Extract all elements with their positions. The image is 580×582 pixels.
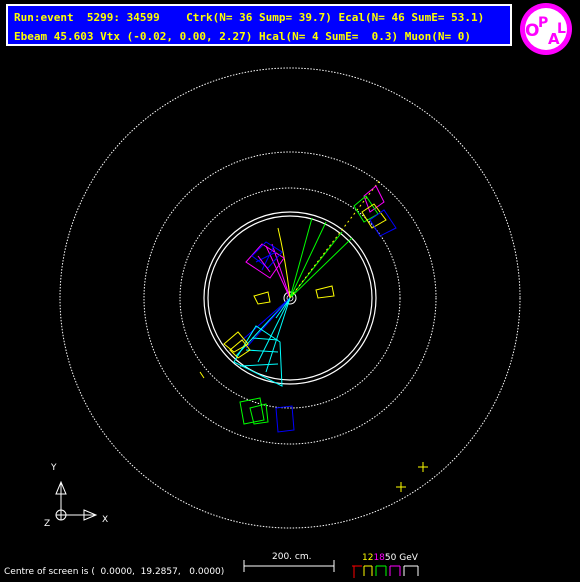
y-axis-label: Y (51, 463, 57, 473)
energy-value-1: 12 (362, 553, 374, 563)
ecal-clusters (199, 185, 397, 433)
energy-scale-labels: 121850 GeV (362, 553, 418, 563)
scale-label: 200. cm. (272, 552, 312, 562)
axes-indicator (55, 480, 98, 521)
energy-value-3: 50 (384, 553, 397, 563)
energy-value-2: 18 (373, 553, 385, 563)
energy-scale-bars (352, 565, 419, 578)
screen-centre-readout: Centre of screen is ( 0.0000, 19.2857, 0… (4, 567, 225, 577)
muon-hits (396, 462, 428, 492)
z-axis-label: Z (44, 519, 51, 529)
track (289, 231, 343, 299)
event-display (55, 67, 521, 578)
x-axis-label: X (102, 515, 109, 525)
track (277, 227, 291, 299)
energy-unit: GeV (399, 553, 418, 563)
track (245, 297, 291, 349)
